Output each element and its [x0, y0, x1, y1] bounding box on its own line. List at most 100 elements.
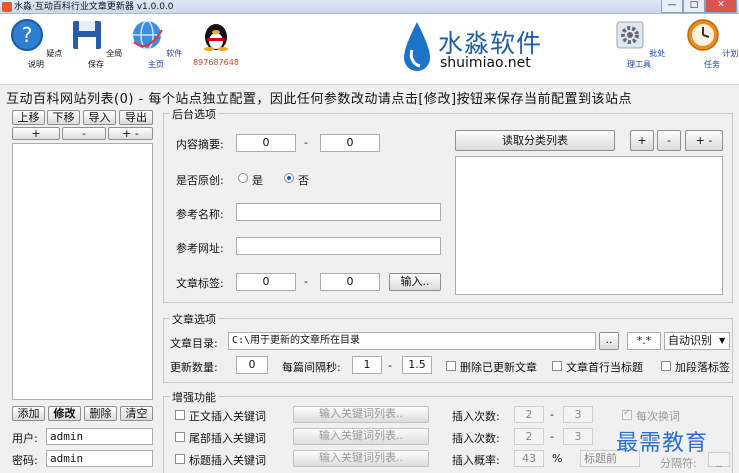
- delete-updated-label: 删除已更新文章: [460, 361, 537, 374]
- tag-to-input[interactable]: 0: [320, 273, 380, 291]
- count1-dash: -: [550, 408, 554, 421]
- schedule-button[interactable]: 计划任务: [682, 18, 739, 70]
- ref-url-input[interactable]: [236, 237, 441, 255]
- backend-options-title: 后台选项: [170, 106, 218, 122]
- site-list-header: 互动百科网站列表(0) - 每个站点独立配置，因此任何参数改动请点击[修改]按钮…: [6, 92, 633, 107]
- every-change-checkbox[interactable]: [622, 408, 632, 420]
- category-list[interactable]: [455, 156, 723, 295]
- encoding-select[interactable]: 自动识别 ▼: [664, 332, 730, 350]
- category-plus-button[interactable]: +: [630, 130, 654, 151]
- update-count-input[interactable]: 0: [236, 356, 268, 374]
- interval-from-input[interactable]: 1: [352, 356, 382, 374]
- insert-count-label-1: 插入次数:: [452, 410, 500, 423]
- remove-site-minus-button[interactable]: -: [62, 127, 106, 140]
- separator-label: 分隔符:: [660, 457, 697, 470]
- clear-button[interactable]: 清空: [120, 406, 153, 421]
- help-button[interactable]: ? 疑点说明: [6, 18, 66, 70]
- site-list[interactable]: [12, 143, 153, 400]
- tag-dash: -: [304, 275, 308, 288]
- user-label: 用户:: [12, 432, 38, 445]
- edit-button[interactable]: 修改: [48, 406, 81, 421]
- import-button[interactable]: 导入: [83, 110, 116, 125]
- qq-penguin-icon: [204, 24, 228, 51]
- article-dir-label: 文章目录:: [170, 337, 218, 350]
- add-button[interactable]: 添加: [12, 406, 45, 421]
- tail-insert-checkbox[interactable]: [175, 432, 185, 442]
- water-drop-logo-icon: [404, 22, 430, 71]
- ref-name-input[interactable]: [236, 203, 441, 221]
- floppy-disk-icon: [72, 21, 101, 49]
- close-button[interactable]: ✕: [705, 0, 737, 13]
- global-save-button[interactable]: 全局保存: [66, 18, 126, 70]
- body-keyword-list-button[interactable]: 输入关键词列表..: [293, 406, 429, 423]
- ref-url-label: 参考网址:: [176, 242, 224, 255]
- delete-button[interactable]: 删除: [84, 406, 117, 421]
- browse-dir-button[interactable]: ..: [599, 332, 619, 350]
- interval-label: 每篇间隔秒:: [282, 361, 341, 374]
- every-change-label: 每次换词: [636, 410, 680, 423]
- expand-collapse-button[interactable]: + -: [108, 127, 153, 140]
- count1-to-input[interactable]: 3: [563, 406, 593, 423]
- toolbar: ? 疑点说明 全局保存 软件主页 897687648 水淼软件 shuimiao…: [0, 14, 739, 85]
- move-up-button[interactable]: 上移: [12, 110, 45, 125]
- export-button[interactable]: 导出: [119, 110, 153, 125]
- title-keyword-list-button[interactable]: 输入关键词列表..: [293, 450, 429, 467]
- add-site-plus-button[interactable]: +: [12, 127, 60, 140]
- category-expand-button[interactable]: + -: [685, 130, 723, 151]
- read-category-button[interactable]: 读取分类列表: [455, 130, 615, 151]
- count2-from-input[interactable]: 2: [514, 428, 544, 445]
- app-icon: [2, 2, 12, 12]
- help-icon: ?: [10, 19, 43, 51]
- summary-from-input[interactable]: 0: [236, 134, 296, 152]
- clock-icon: [686, 19, 719, 51]
- article-dir-input[interactable]: C:\用于更新的文章所在目录: [228, 332, 596, 350]
- batch-tool-button[interactable]: 批处理工具: [609, 18, 669, 70]
- count2-dash: -: [550, 430, 554, 443]
- file-extension-input[interactable]: *.*: [627, 332, 661, 350]
- body-insert-label: 正文插入关键词: [189, 410, 266, 423]
- delete-updated-checkbox[interactable]: [446, 361, 456, 371]
- ref-name-label: 参考名称:: [176, 208, 224, 221]
- tail-insert-label: 尾部插入关键词: [189, 432, 266, 445]
- count1-from-input[interactable]: 2: [514, 406, 544, 423]
- insert-prob-label: 插入概率:: [452, 454, 500, 467]
- add-para-tags-checkbox[interactable]: [661, 361, 671, 371]
- original-yes-label: 是: [252, 174, 263, 187]
- minimize-button[interactable]: —: [661, 0, 683, 13]
- title-insert-checkbox[interactable]: [175, 454, 185, 464]
- original-no-radio[interactable]: [284, 173, 294, 183]
- original-yes-radio[interactable]: [238, 173, 248, 183]
- summary-dash: -: [304, 136, 308, 149]
- separator-input[interactable]: _: [708, 452, 730, 467]
- article-options-title: 文章选项: [170, 311, 218, 327]
- globe-icon: [132, 20, 163, 50]
- homepage-button[interactable]: 软件主页: [126, 18, 186, 70]
- summary-to-input[interactable]: 0: [320, 134, 380, 152]
- category-minus-button[interactable]: -: [657, 130, 681, 151]
- tail-keyword-list-button[interactable]: 输入关键词列表..: [293, 428, 429, 445]
- chevron-down-icon: ▼: [719, 336, 726, 345]
- count2-to-input[interactable]: 3: [563, 428, 593, 445]
- maximize-button[interactable]: □: [683, 0, 705, 13]
- tag-from-input[interactable]: 0: [236, 273, 296, 291]
- password-label: 密码:: [12, 454, 38, 467]
- qq-contact-button[interactable]: 897687648: [186, 18, 246, 67]
- title-insert-label: 标题插入关键词: [189, 454, 266, 467]
- percent-label: %: [552, 452, 563, 465]
- original-label: 是否原创:: [176, 174, 224, 187]
- original-no-label: 否: [298, 174, 309, 187]
- move-down-button[interactable]: 下移: [47, 110, 80, 125]
- watermark-text: 最需教育: [616, 431, 709, 456]
- prob-input[interactable]: 43: [514, 450, 544, 467]
- gear-icon: [616, 21, 644, 49]
- title-bar: 水淼·互动百科行业文章更新器 v1.0.0.0 — □ ✕: [0, 0, 739, 14]
- first-line-title-checkbox[interactable]: [552, 361, 562, 371]
- update-count-label: 更新数量:: [170, 361, 218, 374]
- interval-to-input[interactable]: 1.5: [402, 356, 432, 374]
- password-input[interactable]: admin: [46, 450, 153, 467]
- first-line-title-label: 文章首行当标题: [566, 361, 643, 374]
- encoding-select-value: 自动识别: [668, 334, 712, 347]
- body-insert-checkbox[interactable]: [175, 410, 185, 420]
- user-input[interactable]: admin: [46, 428, 153, 445]
- tag-input-button[interactable]: 输入..: [389, 273, 441, 291]
